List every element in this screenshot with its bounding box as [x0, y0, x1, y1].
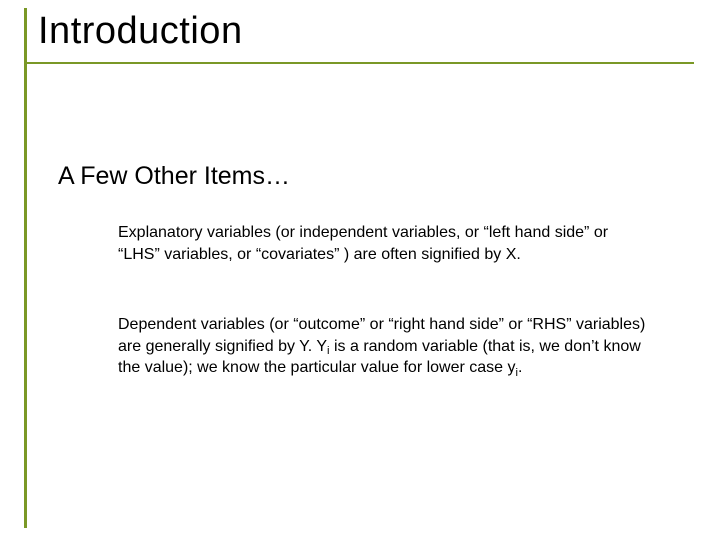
slide: Introduction A Few Other Items… Explanat…	[0, 0, 720, 540]
paragraph-dependent-variables: Dependent variables (or “outcome” or “ri…	[118, 314, 654, 379]
subscript-i-1: i	[327, 345, 330, 357]
slide-subtitle: A Few Other Items…	[58, 162, 290, 191]
title-underline-rule	[24, 62, 694, 64]
paragraph2-text-3: .	[518, 359, 522, 376]
slide-title: Introduction	[38, 10, 243, 53]
subscript-i-2: i	[516, 367, 519, 379]
paragraph-explanatory-variables: Explanatory variables (or independent va…	[118, 222, 638, 265]
accent-vertical-rule	[24, 8, 27, 528]
